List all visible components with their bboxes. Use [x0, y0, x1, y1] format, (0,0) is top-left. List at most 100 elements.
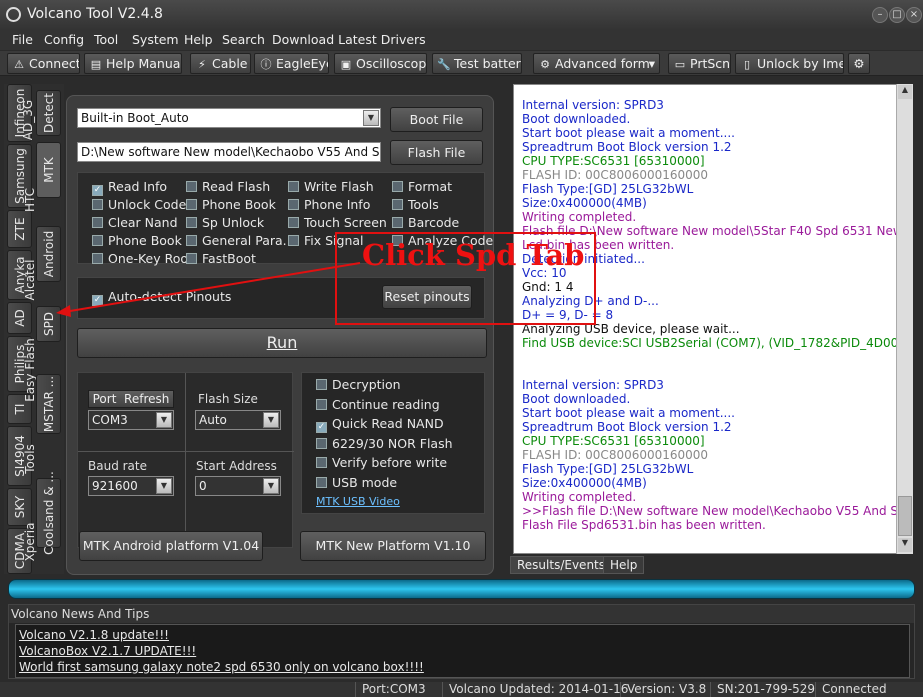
option-label: Tools	[408, 197, 439, 212]
log-line: Spreadtrum Boot Block version 1.2	[522, 420, 732, 434]
menu-search[interactable]: Search	[222, 32, 265, 47]
book-icon: ▤	[90, 58, 102, 71]
cable-button[interactable]: ⚡ Cable	[190, 53, 251, 74]
option-label: Unlock Code	[108, 197, 187, 212]
chevron-down-icon: ▼	[156, 412, 172, 428]
tab-label: Easy Flash	[23, 338, 37, 402]
news-item[interactable]: VolcanoBox V2.1.7 UPDATE!!!	[19, 644, 196, 658]
option-label: Verify before write	[332, 455, 448, 470]
option-checkbox[interactable]: Unlock Code	[92, 197, 186, 212]
checkbox-box: ✓	[92, 185, 103, 196]
tab-tools[interactable]: Tools	[22, 436, 38, 482]
option-checkbox[interactable]: Phone Book	[92, 233, 182, 248]
option-label: Quick Read NAND	[332, 416, 444, 431]
prtscn-label: PrtScn	[690, 56, 731, 71]
connect-button[interactable]: ⚠ Connect	[7, 53, 80, 74]
baud-rate-select[interactable]: 921600 ▼	[88, 476, 174, 496]
gear-icon: ⚙	[853, 56, 865, 71]
tab-detect[interactable]: Detect	[36, 90, 61, 136]
option-checkbox[interactable]: Clear Nand	[92, 215, 178, 230]
option-label: Phone Info	[304, 197, 371, 212]
menu-file[interactable]: File	[12, 32, 33, 47]
tab-alcatel[interactable]: Alcatel	[22, 252, 38, 308]
title-bar: Volcano Tool V2.4.8 – □ ×	[0, 0, 923, 30]
help-manuals-button[interactable]: ▤ Help Manuals	[84, 53, 182, 74]
boot-select[interactable]: Built-in Boot_Auto ▼	[77, 108, 381, 128]
unlock-imei-label: Unlock by Imei	[757, 56, 844, 71]
close-icon[interactable]: ×	[906, 7, 922, 23]
flash-file-button[interactable]: Flash File	[390, 140, 483, 165]
checkbox-box	[288, 199, 299, 210]
tab-results-events[interactable]: Results/Events	[510, 556, 613, 574]
option-checkbox[interactable]: Write Flash	[288, 179, 374, 194]
autodetect-checkbox[interactable]: ✓ Auto-detect Pinouts	[92, 289, 231, 306]
mtk-new-platform-button[interactable]: MTK New Platform V1.10	[300, 531, 486, 561]
option-checkbox[interactable]: FastBoot	[186, 251, 256, 266]
boot-file-button[interactable]: Boot File	[390, 107, 483, 132]
checkbox-box	[186, 235, 197, 246]
eagleeye-button[interactable]: ⓘ EagleEye	[254, 53, 329, 74]
advanced-option-checkbox[interactable]: Verify before write	[316, 455, 447, 470]
advanced-form-button[interactable]: ⚙ Advanced form ▾	[533, 53, 660, 74]
toolbar: ⚠ Connect ▤ Help Manuals ⚡ Cable ⓘ EagleEye …	[0, 51, 923, 76]
test-battery-button[interactable]: 🔧 Test battery	[432, 53, 522, 74]
flash-size-value: Auto	[199, 413, 227, 427]
tab-help[interactable]: Help	[603, 556, 645, 574]
start-address-select[interactable]: 0 ▼	[195, 476, 281, 496]
settings-gear-button[interactable]: ⚙	[848, 53, 870, 74]
menu-system[interactable]: System	[132, 32, 179, 47]
news-item[interactable]: Volcano V2.1.8 update!!!	[19, 628, 169, 642]
option-checkbox[interactable]: Phone Info	[288, 197, 370, 212]
checkbox-box	[92, 199, 103, 210]
option-checkbox[interactable]: Format	[392, 179, 452, 194]
tab-xperia[interactable]: Xperia	[22, 520, 38, 564]
option-checkbox[interactable]: Tools	[392, 197, 439, 212]
advanced-option-checkbox[interactable]: ✓ Quick Read NAND	[316, 416, 444, 433]
menu-tool[interactable]: Tool	[94, 32, 118, 47]
tab-spd[interactable]: SPD	[36, 306, 61, 342]
news-item[interactable]: World first samsung galaxy note2 spd 653…	[19, 660, 424, 674]
advanced-option-checkbox[interactable]: 6229/30 NOR Flash	[316, 436, 453, 451]
tab-android[interactable]: Android	[36, 226, 61, 282]
option-checkbox[interactable]: Phone Book	[186, 197, 276, 212]
option-checkbox[interactable]: Read Flash	[186, 179, 270, 194]
refresh-label: Refresh	[124, 392, 170, 406]
menu-download-drivers[interactable]: Download Latest Drivers	[272, 32, 426, 47]
log-scrollbar[interactable]: ▲ ▼	[896, 84, 913, 554]
checkbox-box	[92, 217, 103, 228]
unlock-imei-button[interactable]: ▯ Unlock by Imei	[735, 53, 844, 74]
mtk-usb-video-link[interactable]: MTK USB Video	[316, 495, 400, 508]
oscilloscope-button[interactable]: ▣ Oscilloscope	[334, 53, 427, 74]
advanced-option-checkbox[interactable]: Decryption	[316, 377, 401, 392]
menu-config[interactable]: Config	[44, 32, 84, 47]
mtk-panel: Built-in Boot_Auto ▼ Boot File D:\New sof…	[66, 95, 494, 575]
tab-mstar[interactable]: MSTAR ...	[36, 374, 61, 434]
option-checkbox[interactable]: Touch Screen	[288, 215, 387, 230]
tab-mtk[interactable]: MTK	[36, 142, 61, 198]
scroll-thumb[interactable]	[898, 496, 912, 536]
advanced-option-checkbox[interactable]: Continue reading	[316, 397, 440, 412]
minimize-icon[interactable]: –	[872, 7, 888, 23]
port-refresh-button[interactable]: Port Refresh	[88, 390, 174, 408]
scroll-up-icon[interactable]: ▲	[898, 85, 912, 99]
option-checkbox[interactable]: ✓ Read Info	[92, 179, 167, 196]
option-label: One-Key Root	[108, 251, 193, 266]
tab-label: SKY	[12, 495, 27, 519]
option-checkbox[interactable]: Sp Unlock	[186, 215, 264, 230]
advanced-option-checkbox[interactable]: USB mode	[316, 475, 397, 490]
scroll-down-icon[interactable]: ▼	[898, 538, 912, 552]
maximize-icon[interactable]: □	[889, 7, 905, 23]
port-select[interactable]: COM3 ▼	[88, 410, 174, 430]
option-checkbox[interactable]: General Para.	[186, 233, 287, 248]
tab-coolsand[interactable]: Coolsand & ...	[36, 471, 61, 555]
flash-size-select[interactable]: Auto ▼	[195, 410, 281, 430]
run-button[interactable]: Run	[77, 328, 487, 358]
tab-ad3g[interactable]: AD_3G	[20, 90, 36, 150]
option-checkbox[interactable]: One-Key Root	[92, 251, 193, 266]
prtscn-button[interactable]: ▭ PrtScn	[668, 53, 731, 74]
menu-help[interactable]: Help	[184, 32, 213, 47]
mtk-android-button[interactable]: MTK Android platform V1.04	[79, 531, 263, 561]
option-checkbox[interactable]: Barcode	[392, 215, 459, 230]
tab-htc[interactable]: HTC	[22, 180, 38, 220]
flash-file-path[interactable]: D:\New software New model\Kechaobo V55 A…	[77, 142, 381, 162]
